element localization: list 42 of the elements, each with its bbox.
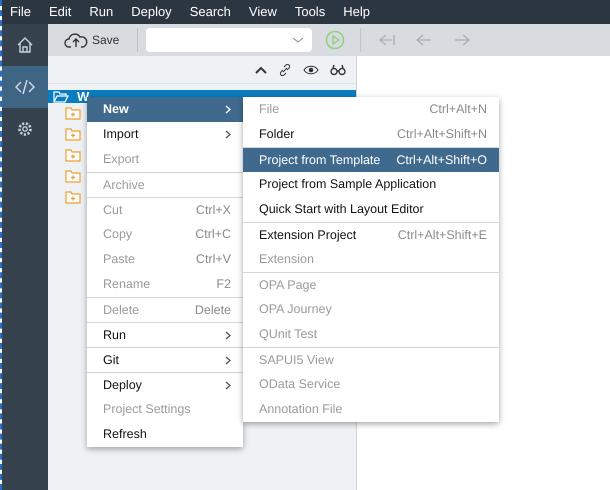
chevron-right-icon (225, 380, 231, 390)
menu-item[interactable]: Refresh (87, 422, 243, 447)
save-button[interactable]: Save (60, 27, 124, 53)
menu-item[interactable]: Run (89, 2, 114, 22)
menu-item[interactable]: New (87, 97, 243, 122)
chevron-right-icon (225, 356, 231, 364)
menu-item[interactable]: Search (190, 2, 231, 22)
link-icon[interactable] (278, 62, 292, 76)
arrow-right-icon[interactable] (452, 33, 472, 47)
collapse-icon[interactable] (255, 66, 267, 74)
sidebar-button[interactable] (2, 66, 48, 108)
menu-item[interactable]: Project from Sample Application (243, 172, 499, 197)
menu-item[interactable]: Help (343, 2, 370, 22)
tree-label: W (77, 88, 90, 106)
settings-icon (16, 120, 34, 138)
folder-plus-icon[interactable] (65, 191, 81, 204)
eye-icon[interactable] (303, 64, 319, 76)
chevron-right-icon (225, 330, 231, 340)
menu-item[interactable]: Tools (294, 2, 326, 22)
folder-open-icon (53, 90, 69, 102)
code-icon (15, 79, 35, 95)
chevron-right-icon (225, 130, 231, 139)
cloud-upload-icon (64, 32, 88, 48)
menu-item[interactable]: File (10, 2, 31, 22)
folder-plus-icon[interactable] (65, 170, 81, 183)
folder-plus-icon[interactable] (65, 149, 81, 162)
menu-item[interactable]: Folder Ctrl+Alt+Shift+N (243, 122, 499, 147)
binoculars-icon[interactable] (330, 64, 346, 76)
folder-plus-icon[interactable] (65, 107, 81, 120)
dropdown-field[interactable] (146, 28, 312, 52)
menu-item[interactable]: Import (87, 122, 243, 147)
menu-item[interactable]: Deploy (131, 2, 172, 22)
menu-item[interactable]: Extension Project Ctrl+Alt+Shift+E (243, 222, 499, 247)
chevron-right-icon (225, 105, 231, 114)
menu-item[interactable]: Edit (48, 2, 72, 22)
folder-plus-icon[interactable] (65, 128, 81, 141)
menu-item[interactable]: View (248, 2, 277, 22)
menu-item[interactable]: Quick Start with Layout Editor (243, 197, 499, 222)
menu-item[interactable]: Project from Template Ctrl+Alt+Shift+O (243, 147, 499, 172)
run-icon[interactable] (325, 30, 346, 50)
home-icon (16, 36, 34, 54)
chevron-down-icon (292, 37, 304, 43)
